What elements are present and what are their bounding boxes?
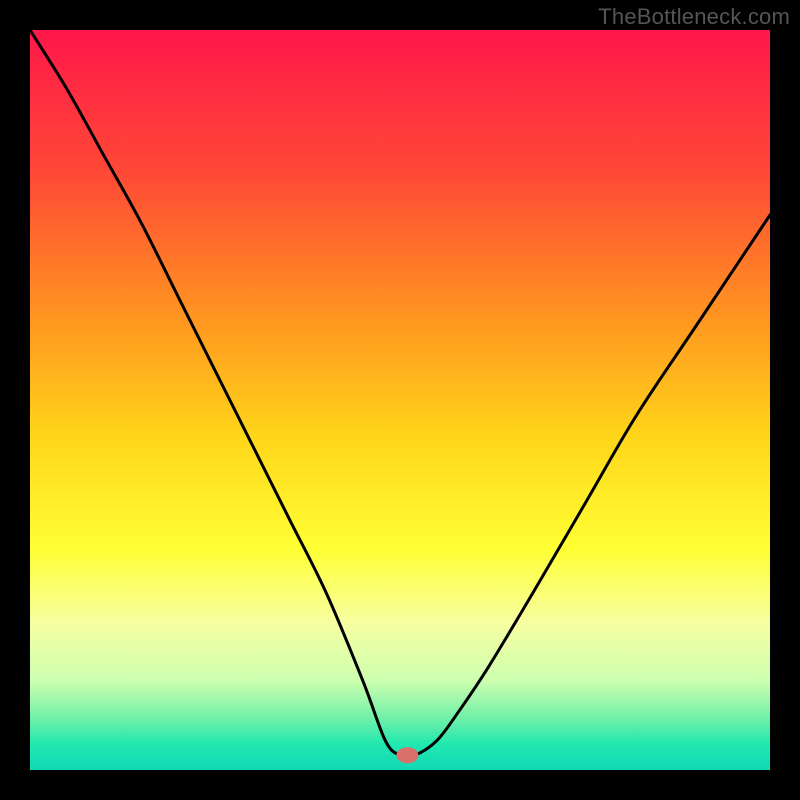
plot-background [30,30,770,770]
watermark-text: TheBottleneck.com [598,4,790,30]
optimal-point-marker [396,747,418,763]
chart-frame: TheBottleneck.com [0,0,800,800]
bottleneck-chart [0,0,800,800]
